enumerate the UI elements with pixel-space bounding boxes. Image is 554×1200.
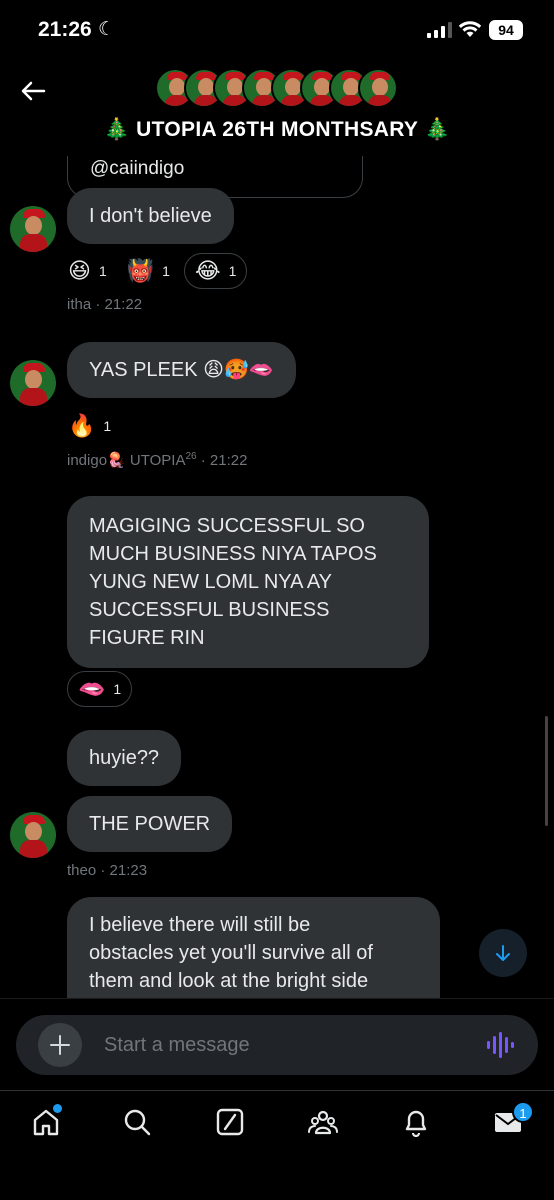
reaction-emoji: 👹 [126,258,155,283]
message-reactions: 🔥 1 [62,408,117,444]
message-meta: itha · 21:22 [67,296,143,313]
reaction-emoji: 😂 [194,258,221,283]
messages-unread-badge: 1 [512,1101,534,1123]
sender-avatar[interactable] [10,812,56,858]
reaction-emoji: 🫦 [78,676,106,701]
reaction-count: 1 [98,263,107,279]
message-line: SUCCESSFUL BUSINESS [89,599,330,621]
message-time: · 21:22 [196,452,248,469]
scroll-to-bottom-button[interactable] [479,929,527,977]
message-text: huyie?? [89,747,160,769]
sender-avatar[interactable] [10,206,56,252]
message-bubble[interactable]: huyie?? [67,730,182,786]
reaction-chip[interactable]: 🔥 1 [62,408,117,444]
message-line: obstacles yet you'll survive all of [89,942,373,964]
bottom-navigation: 1 [0,1090,554,1200]
communities-icon[interactable] [308,1107,338,1137]
message-meta: theo · 21:23 [67,862,148,879]
message-line: I believe there will still be [89,914,311,936]
message-bubble[interactable]: THE POWER [67,796,233,852]
battery-indicator: 94 [489,20,523,40]
conversation-title[interactable]: 🎄 UTOPIA 26TH MONTHSARY 🎄 [0,118,554,142]
arrow-down-icon [496,945,510,961]
wifi-icon [458,21,482,37]
message-line: YUNG NEW LOML NYA AY [89,571,333,593]
message-text: I don't believe [89,205,212,227]
scrollbar[interactable] [545,716,548,826]
reaction-count: 1 [113,681,122,697]
group-avatars[interactable] [155,68,400,112]
sender-name: indigo🪼 UTOPIA [67,452,186,469]
message-bubble[interactable]: I believe there will still be obstacles … [67,897,440,998]
reaction-chip-selected[interactable]: 😂 1 [183,253,248,289]
message-line: MAGIGING SUCCESSFUL SO [89,515,365,537]
status-bar: 21:26 ☾ 94 [0,0,554,56]
notifications-icon[interactable] [401,1107,431,1137]
search-icon[interactable] [122,1107,152,1137]
home-notification-dot [53,1104,62,1113]
sender-name-superscript: 26 [185,451,197,462]
signal-icon [427,22,452,38]
quoted-message-text: @caiindigo [90,158,185,179]
composer [16,1015,538,1075]
sender-avatar[interactable] [10,360,56,406]
reaction-emoji: 🔥 [68,413,96,438]
reaction-chip-selected[interactable]: 🫦 1 [67,671,133,707]
reaction-count: 1 [103,418,112,434]
reaction-count: 1 [162,263,170,279]
message-text: THE POWER [89,813,211,835]
status-time: 21:26 [38,18,92,41]
reaction-count: 1 [228,263,237,279]
message-text: YAS PLEEK 😩🥵🫦 [89,359,274,381]
moon-icon: ☾ [98,19,116,40]
message-line: MUCH BUSINESS NIYA TAPOS [89,543,377,565]
message-list[interactable]: @caiindigo I don't believe 😆 1 👹 1 😂 1 i… [0,156,554,998]
message-meta: indigo🪼 UTOPIA26 · 21:22 [67,451,247,469]
reaction-chip[interactable]: 😆 1 [62,253,113,289]
message-bubble[interactable]: I don't believe [67,188,234,244]
message-bubble[interactable]: YAS PLEEK 😩🥵🫦 [67,342,296,398]
message-reactions: 🫦 1 [67,671,133,707]
back-arrow-icon[interactable] [18,76,48,106]
composer-bar [0,998,554,1090]
voice-message-icon[interactable] [486,1031,516,1059]
group-member-avatar [358,68,398,108]
grok-icon[interactable] [215,1107,245,1137]
message-bubble[interactable]: MAGIGING SUCCESSFUL SO MUCH BUSINESS NIY… [67,496,429,668]
message-reactions: 😆 1 👹 1 😂 1 [62,253,248,289]
reaction-emoji: 😆 [68,258,91,283]
message-line: them and look at the bright side [89,970,369,992]
conversation-header: 🎄 UTOPIA 26TH MONTHSARY 🎄 [0,56,554,156]
message-input[interactable] [104,1015,464,1075]
reaction-chip[interactable]: 👹 1 [121,253,176,289]
message-line: FIGURE RIN [89,627,205,649]
add-attachment-button[interactable] [38,1023,82,1067]
plus-icon [50,1035,70,1055]
